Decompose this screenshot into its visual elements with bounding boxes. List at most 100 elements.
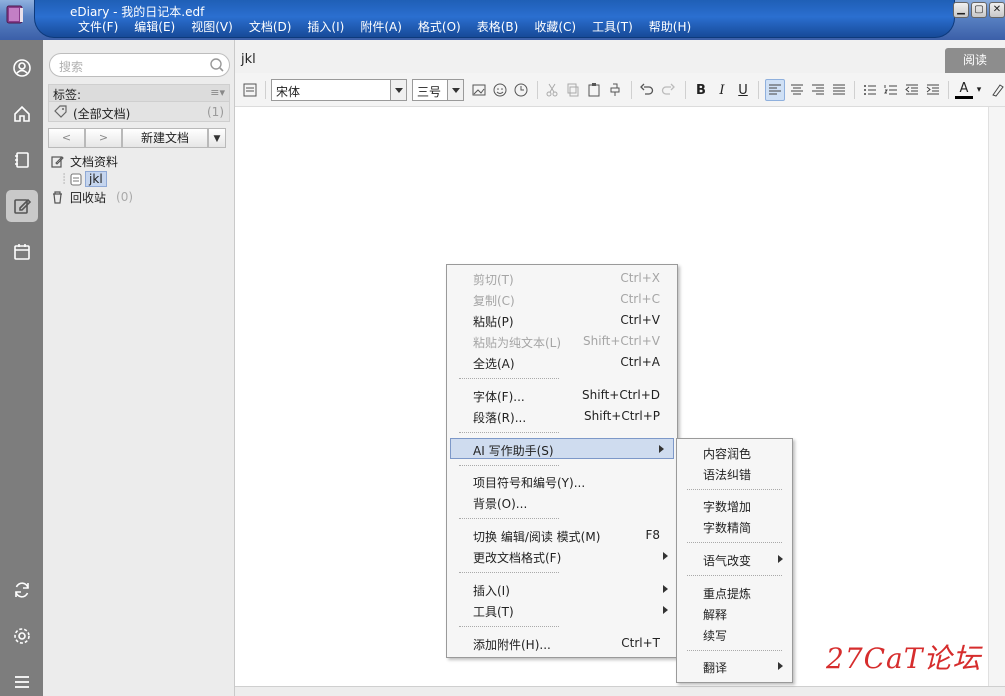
ctx-bullets-numbering[interactable]: 项目符号和编号(Y)...: [447, 471, 677, 492]
search-input[interactable]: 搜索: [49, 53, 230, 77]
undo-icon[interactable]: [638, 81, 656, 99]
menu-bar: 文件(F) 编辑(E) 视图(V) 文档(D) 插入(I) 附件(A) 格式(O…: [70, 18, 699, 35]
menu-file[interactable]: 文件(F): [70, 18, 126, 35]
menu-attachment[interactable]: 附件(A): [352, 18, 410, 35]
ctx-ai-writing-assistant[interactable]: AI 写作助手(S): [450, 438, 674, 459]
ctx-cut[interactable]: 剪切(T) Ctrl+X: [447, 268, 677, 289]
menu-insert[interactable]: 插入(I): [299, 18, 352, 35]
tree-folder[interactable]: 文档资料: [51, 152, 133, 170]
tag-all-count: (1): [207, 105, 224, 119]
rail-home[interactable]: [6, 98, 38, 130]
ctx-copy[interactable]: 复制(C) Ctrl+C: [447, 289, 677, 310]
search-placeholder: 搜索: [59, 60, 84, 74]
menu-favorites[interactable]: 收藏(C): [526, 18, 584, 35]
sub-polish[interactable]: 内容润色: [677, 442, 792, 463]
tree-document[interactable]: ┊ jkl: [51, 170, 133, 188]
font-size-select[interactable]: 三号: [412, 79, 464, 101]
menu-tools[interactable]: 工具(T): [584, 18, 641, 35]
sub-tone[interactable]: 语气改变: [677, 549, 792, 570]
diary-book-icon[interactable]: [4, 3, 26, 25]
sub-explain[interactable]: 解释: [677, 603, 792, 624]
prev-button[interactable]: <: [48, 128, 85, 148]
cut-icon[interactable]: [543, 81, 561, 99]
sub-grammar[interactable]: 语法纠错: [677, 463, 792, 484]
ctx-tools[interactable]: 工具(T): [447, 600, 677, 621]
new-document-button[interactable]: 新建文档: [122, 128, 208, 148]
highlight-icon[interactable]: [989, 81, 1005, 99]
close-icon[interactable]: ✕: [989, 2, 1005, 18]
rail-user[interactable]: [6, 52, 38, 84]
sub-continue[interactable]: 续写: [677, 624, 792, 645]
align-left-icon[interactable]: [765, 79, 785, 101]
sub-separator: [687, 575, 782, 576]
font-family-select[interactable]: 宋体: [271, 79, 407, 101]
rail-menu[interactable]: [6, 666, 38, 696]
ctx-paste-plain[interactable]: 粘贴为纯文本(L) Shift+Ctrl+V: [447, 331, 677, 352]
tree-trash[interactable]: 回收站 (0): [51, 188, 133, 206]
ctx-select-all[interactable]: 全选(A) Ctrl+A: [447, 352, 677, 373]
font-color-icon[interactable]: A: [955, 81, 973, 99]
sub-condense[interactable]: 字数精简: [677, 516, 792, 537]
ctx-paragraph[interactable]: 段落(R)... Shift+Ctrl+P: [447, 406, 677, 427]
bold-icon[interactable]: B: [692, 81, 710, 99]
emoji-icon[interactable]: [491, 81, 509, 99]
ctx-font[interactable]: 字体(F)... Shift+Ctrl+D: [447, 385, 677, 406]
tag-all-documents[interactable]: (全部文档) (1): [48, 102, 230, 122]
ctx-toggle-mode[interactable]: 切换 编辑/阅读 模式(M) F8: [447, 525, 677, 546]
chevron-down-icon[interactable]: ▾: [975, 81, 983, 99]
outdent-icon[interactable]: [903, 81, 921, 99]
ctx-change-format[interactable]: 更改文档格式(F): [447, 546, 677, 567]
maximize-icon[interactable]: ▢: [971, 2, 987, 18]
ctx-paste[interactable]: 粘贴(P) Ctrl+V: [447, 310, 677, 331]
read-mode-tab[interactable]: 阅读: [945, 48, 1005, 73]
tags-options-icon[interactable]: ≡▾: [210, 86, 225, 99]
toolbar-list-icon[interactable]: [241, 81, 259, 99]
copy-icon[interactable]: [564, 81, 582, 99]
ctx-label: 插入(I): [473, 584, 510, 598]
indent-icon[interactable]: [924, 81, 942, 99]
align-center-icon[interactable]: [788, 81, 806, 99]
ctx-separator: [459, 626, 559, 627]
image-icon[interactable]: [470, 81, 488, 99]
menu-view[interactable]: 视图(V): [183, 18, 241, 35]
ctx-background[interactable]: 背景(O)...: [447, 492, 677, 513]
sub-label: 翻译: [703, 661, 728, 675]
redo-icon[interactable]: [659, 81, 677, 99]
numbered-list-icon[interactable]: [882, 81, 900, 99]
menu-table[interactable]: 表格(B): [469, 18, 527, 35]
sub-label: 语法纠错: [703, 468, 752, 482]
rail-notebook[interactable]: [6, 144, 38, 176]
ctx-shortcut: Ctrl+X: [620, 271, 660, 285]
chevron-down-icon[interactable]: [447, 80, 463, 100]
vertical-scrollbar[interactable]: [988, 107, 1005, 687]
next-button[interactable]: >: [85, 128, 122, 148]
clock-icon[interactable]: [512, 81, 530, 99]
ctx-add-attachment[interactable]: 添加附件(H)... Ctrl+T: [447, 633, 677, 654]
underline-icon[interactable]: U: [734, 81, 752, 99]
format-painter-icon[interactable]: [606, 81, 624, 99]
rail-calendar[interactable]: [6, 236, 38, 268]
menu-format[interactable]: 格式(O): [410, 18, 469, 35]
align-right-icon[interactable]: [809, 81, 827, 99]
ctx-insert[interactable]: 插入(I): [447, 579, 677, 600]
bullet-list-icon[interactable]: [861, 81, 879, 99]
search-icon[interactable]: [209, 57, 225, 73]
menu-edit[interactable]: 编辑(E): [126, 18, 183, 35]
rail-settings[interactable]: [6, 620, 38, 652]
rail-sync[interactable]: [6, 574, 38, 606]
sub-label: 重点提炼: [703, 587, 752, 601]
rail-edit[interactable]: [6, 190, 38, 222]
sub-expand[interactable]: 字数增加: [677, 495, 792, 516]
italic-icon[interactable]: I: [713, 81, 731, 99]
chevron-down-icon[interactable]: [390, 80, 406, 100]
paste-icon[interactable]: [585, 81, 603, 99]
menu-help[interactable]: 帮助(H): [641, 18, 699, 35]
new-document-dropdown[interactable]: ▼: [208, 128, 226, 148]
sub-translate[interactable]: 翻译: [677, 656, 792, 677]
sub-extract[interactable]: 重点提炼: [677, 582, 792, 603]
minimize-icon[interactable]: ▁: [953, 2, 969, 18]
user-icon: [13, 59, 31, 77]
align-justify-icon[interactable]: [830, 81, 848, 99]
menu-document[interactable]: 文档(D): [241, 18, 300, 35]
ctx-label: 更改文档格式(F): [473, 551, 562, 565]
